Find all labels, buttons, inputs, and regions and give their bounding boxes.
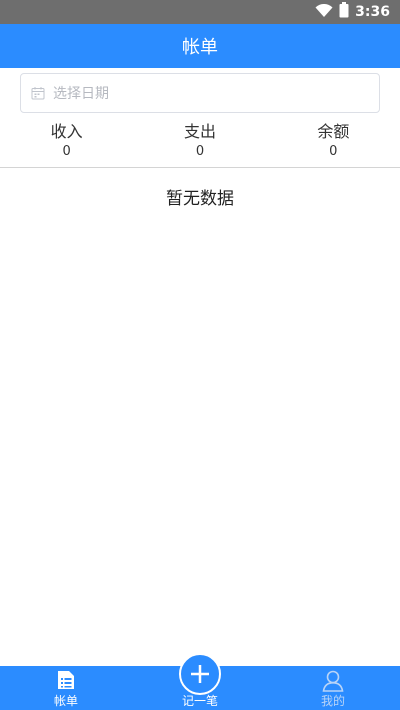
tab-mine-label: 我的 [320,694,345,708]
tab-bills[interactable]: 帐单 [26,666,106,710]
user-icon [322,670,344,696]
expense-label: 支出 [183,122,216,141]
battery-icon [339,2,349,22]
empty-state-text: 暂无数据 [166,189,234,209]
wifi-icon [315,3,333,22]
page-title: 帐单 [182,37,218,58]
bottom-tab-bar: 帐单 记一笔 我的 [0,653,400,710]
plus-icon[interactable] [179,653,221,695]
balance-label: 余额 [317,122,350,141]
tab-record[interactable]: 记一笔 [160,653,240,710]
status-icons: 3:36 [315,2,390,22]
status-time: 3:36 [355,4,390,20]
date-placeholder: 选择日期 [53,86,109,102]
summary-bar: 收入 0 支出 0 余额 0 [0,122,400,168]
tab-mine[interactable]: 我的 [293,666,373,710]
calendar-icon [31,86,45,100]
list-icon [56,670,76,694]
tab-record-label: 记一笔 [181,694,218,708]
tab-bills-label: 帐单 [53,694,78,708]
app-bar: 帐单 [0,24,400,68]
income-label: 收入 [50,122,83,141]
income-value: 0 [62,144,71,159]
summary-income: 收入 0 [0,122,133,167]
balance-value: 0 [329,144,338,159]
status-bar: 3:36 [0,0,400,24]
summary-expense: 支出 0 [133,122,266,167]
summary-balance: 余额 0 [267,122,400,167]
date-picker-input[interactable]: 选择日期 [20,73,380,113]
expense-value: 0 [195,144,205,159]
